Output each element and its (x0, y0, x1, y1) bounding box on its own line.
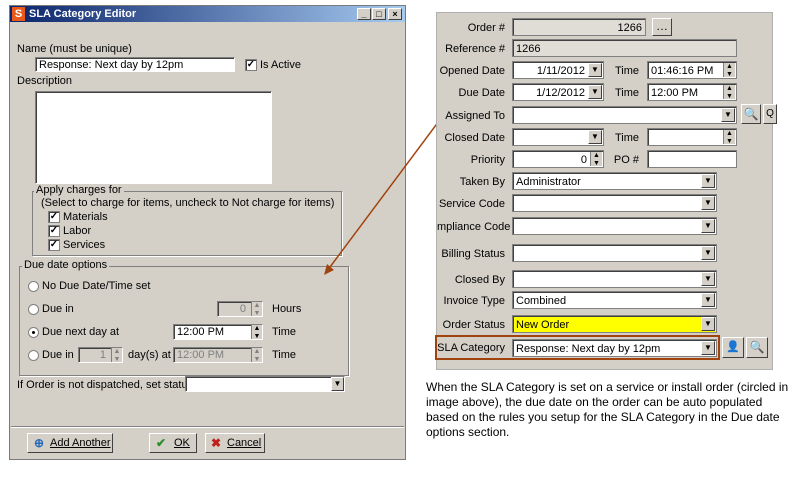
order-status-label: Order Status (442, 319, 505, 331)
taken-by-select[interactable]: Administrator ▼ (512, 172, 717, 190)
order-number-field: 1266 (512, 18, 646, 36)
caption-text: When the SLA Category is set on a servic… (426, 380, 789, 439)
invoice-type-select[interactable]: Combined ▼ (512, 291, 717, 309)
chevron-down-icon[interactable]: ▼ (701, 272, 715, 286)
taken-by-label: Taken By (459, 176, 505, 188)
reference-label: Reference # (445, 43, 505, 55)
compliance-code-select[interactable]: ▼ (512, 217, 717, 235)
opened-time-label: Time (614, 65, 639, 77)
assigned-to-select[interactable]: ▼ (512, 106, 737, 124)
assigned-to-label: Assigned To (445, 110, 505, 122)
service-code-select[interactable]: ▼ (512, 194, 717, 212)
time-spinner-icon[interactable]: ▲ ▼ (723, 130, 735, 145)
due-time-label: Time (614, 87, 639, 99)
opened-date-label: Opened Date (439, 65, 505, 77)
magnifier-icon[interactable]: 🔍 (746, 337, 768, 358)
opened-date-picker[interactable]: 1/11/2012 ▼ (512, 61, 604, 79)
service-code-label: Service Code (438, 198, 505, 210)
order-number-label: Order # (467, 22, 505, 34)
closed-by-label: Closed By (454, 274, 505, 286)
chevron-down-icon[interactable]: ▼ (721, 108, 735, 122)
priority-spinner-icon[interactable]: ▲ ▼ (590, 152, 602, 167)
q-button[interactable]: Q (763, 104, 777, 124)
invoice-type-label: Invoice Type (443, 295, 505, 307)
closed-date-picker[interactable]: ▼ (512, 128, 604, 146)
time-spinner-icon[interactable]: ▲ ▼ (723, 85, 735, 100)
priority-field[interactable]: 0 ▲ ▼ (512, 150, 604, 168)
chevron-down-icon[interactable]: ▼ (701, 341, 715, 355)
po-field[interactable] (647, 150, 737, 168)
order-status-select[interactable]: New Order ▼ (512, 315, 717, 333)
chevron-down-icon[interactable]: ▼ (588, 63, 602, 77)
due-date-picker[interactable]: 1/12/2012 ▼ (512, 83, 604, 101)
due-date-label: Due Date (458, 87, 505, 99)
sla-category-label: SLA Category (437, 342, 505, 354)
chevron-down-icon[interactable]: ▼ (701, 196, 715, 210)
closed-time-label: Time (614, 132, 639, 144)
closed-date-label: Closed Date (444, 132, 505, 144)
order-form: Order # 1266 … Reference # 1266 Opened D… (435, 12, 777, 370)
closed-by-select[interactable]: ▼ (512, 270, 717, 288)
reference-field[interactable]: 1266 (512, 39, 737, 57)
time-spinner-icon[interactable]: ▲ ▼ (723, 63, 735, 78)
billing-status-label: Billing Status (441, 248, 505, 260)
magnifier-icon[interactable]: 🔍 (741, 104, 761, 124)
ellipsis-icon[interactable]: … (652, 18, 672, 36)
opened-time-field[interactable]: 01:46:16 PM ▲ ▼ (647, 61, 737, 79)
due-time-field[interactable]: 12:00 PM ▲ ▼ (647, 83, 737, 101)
sla-category-select[interactable]: Response: Next day by 12pm ▼ (512, 339, 717, 357)
priority-label: Priority (470, 154, 505, 166)
chevron-down-icon[interactable]: ▼ (588, 85, 602, 99)
chevron-down-icon[interactable]: ▼ (701, 246, 715, 260)
po-label: PO # (613, 154, 639, 166)
chevron-down-icon[interactable]: ▼ (701, 174, 715, 188)
chevron-down-icon[interactable]: ▼ (588, 130, 602, 144)
user-key-icon[interactable]: 👤 (722, 337, 744, 358)
chevron-down-icon[interactable]: ▼ (701, 219, 715, 233)
closed-time-field[interactable]: ▲ ▼ (647, 128, 737, 146)
billing-status-select[interactable]: ▼ (512, 244, 717, 262)
compliance-code-label: mpliance Code (437, 221, 511, 233)
chevron-down-icon[interactable]: ▼ (701, 317, 715, 331)
chevron-down-icon[interactable]: ▼ (701, 293, 715, 307)
